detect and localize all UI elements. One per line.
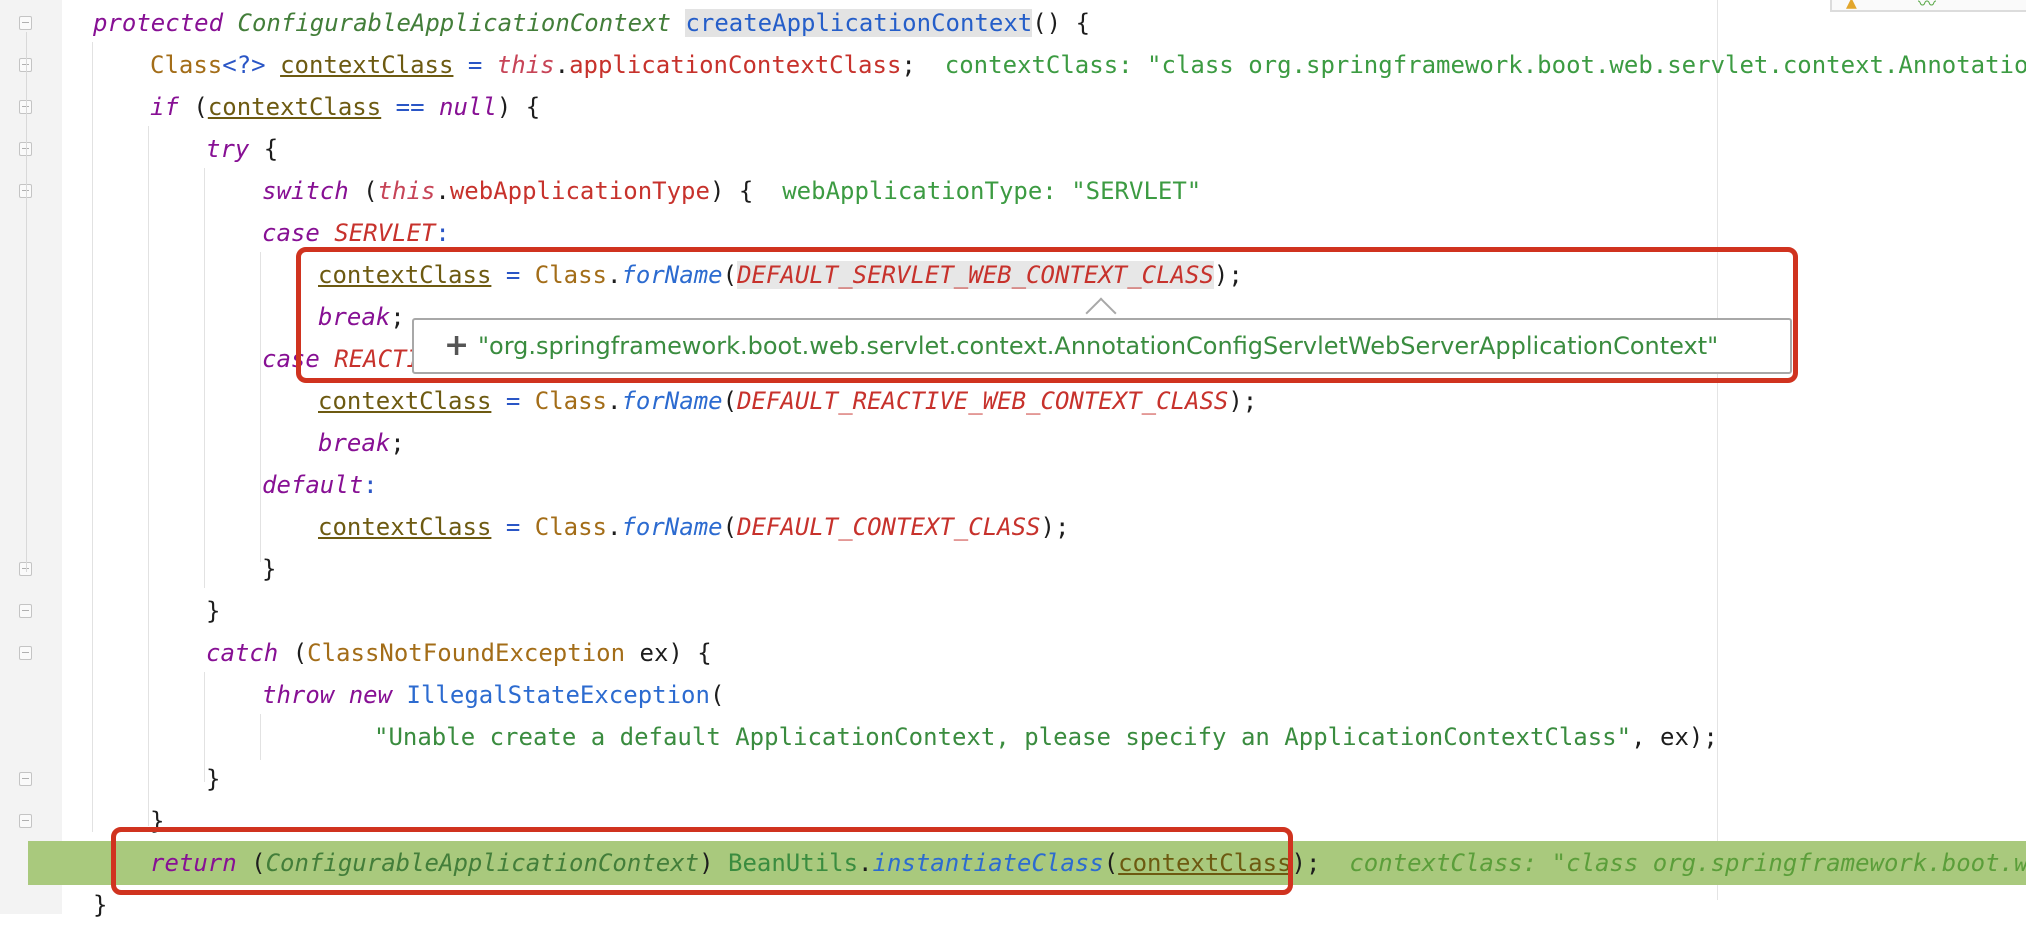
- code-line-14[interactable]: }: [262, 548, 276, 590]
- code-line-16[interactable]: catch (ClassNotFoundException ex) {: [206, 632, 712, 674]
- annotation-box-return: [111, 827, 1293, 895]
- assign-operator: =: [505, 513, 521, 541]
- code-line-5[interactable]: switch (this.webApplicationType) { webAp…: [262, 170, 1201, 212]
- inline-debug-value: contextClass: "class org.springframework…: [944, 51, 2026, 79]
- inline-debug-value: contextClass: "class org.springframework…: [1349, 849, 2026, 877]
- var-context-class: contextClass: [207, 93, 382, 121]
- code-line-17[interactable]: throw new IllegalStateException(: [262, 674, 724, 716]
- colon: :: [435, 219, 450, 247]
- paren-semicolon: );: [1040, 513, 1070, 541]
- fold-marker[interactable]: [19, 814, 32, 828]
- generic-wildcard: <?>: [222, 51, 266, 79]
- code-line-3[interactable]: if (contextClass == null) {: [150, 86, 540, 128]
- fold-marker[interactable]: [19, 604, 32, 618]
- indent-guide: [204, 168, 205, 588]
- var-context-class: contextClass: [318, 513, 492, 541]
- paren: (: [709, 681, 725, 709]
- type-class: Class: [150, 51, 223, 79]
- inspections-widget[interactable]: ▲ 〰: [1830, 0, 2026, 15]
- fold-marker[interactable]: [19, 772, 32, 786]
- code-line-19[interactable]: }: [206, 758, 220, 800]
- dot: .: [607, 387, 622, 415]
- keyword-null: null: [439, 93, 497, 121]
- paren: (: [178, 93, 208, 121]
- keyword-case: case: [262, 219, 320, 247]
- type-illegal-state-exception: IllegalStateException: [406, 681, 710, 709]
- brace: ) {: [709, 177, 754, 205]
- dot: .: [554, 51, 570, 79]
- paren: (: [722, 513, 738, 541]
- indent-guide: [92, 42, 93, 832]
- field-web-application-type: webApplicationType: [449, 177, 710, 205]
- equals-operator: ==: [395, 93, 425, 121]
- var-context-class: contextClass: [318, 387, 492, 415]
- keyword-if: if: [150, 93, 179, 121]
- code-line-11[interactable]: break;: [318, 422, 405, 464]
- keyword-this: this: [377, 177, 436, 205]
- inline-debug-value: webApplicationType: "SERVLET": [782, 177, 1202, 205]
- code-line-2[interactable]: Class<?> contextClass = this.application…: [150, 44, 2026, 86]
- keyword-throw: throw: [262, 681, 335, 709]
- var-context-class: contextClass: [280, 51, 454, 79]
- keyword-switch: switch: [262, 177, 349, 205]
- method-name: createApplicationContext: [685, 9, 1033, 37]
- semicolon: ;: [390, 429, 405, 457]
- code-line-12[interactable]: default:: [262, 464, 378, 506]
- warning-icon: ▲: [1846, 0, 1857, 13]
- code-line-10[interactable]: contextClass = Class.forName(DEFAULT_REA…: [318, 380, 1257, 422]
- keyword-protected: protected: [93, 9, 224, 37]
- keyword-new: new: [348, 681, 393, 709]
- paren: (: [722, 387, 738, 415]
- catch-param: ex) {: [625, 639, 712, 667]
- string-error-message: "Unable create a default ApplicationCont…: [374, 723, 1632, 751]
- keyword-try: try: [206, 135, 250, 163]
- keyword-this: this: [496, 51, 555, 79]
- paren-semicolon: );: [1291, 849, 1321, 877]
- field-application-context-class: applicationContextClass: [569, 51, 902, 79]
- code-line-4[interactable]: try {: [206, 128, 278, 170]
- colon: :: [363, 471, 378, 499]
- fold-line: [26, 32, 27, 572]
- semicolon: ;: [901, 51, 916, 79]
- assign-operator: =: [505, 387, 521, 415]
- keyword-catch: catch: [206, 639, 279, 667]
- brace: {: [249, 135, 279, 163]
- enum-servlet: SERVLET: [334, 219, 436, 247]
- return-type: ConfigurableApplicationContext: [237, 9, 671, 37]
- method-for-name: forName: [621, 387, 723, 415]
- type-class: Class: [534, 513, 607, 541]
- const-default-reactive-web-context-class: DEFAULT_REACTIVE_WEB_CONTEXT_CLASS: [737, 387, 1229, 415]
- typo-icon: 〰: [1918, 0, 1936, 15]
- keyword-break: break: [318, 429, 391, 457]
- right-margin-guide: [1717, 0, 1718, 900]
- assign-operator: =: [467, 51, 483, 79]
- code-line-15[interactable]: }: [206, 590, 220, 632]
- args-end: , ex);: [1631, 723, 1718, 751]
- paren: (: [348, 177, 378, 205]
- brace: ) {: [496, 93, 541, 121]
- indent-guide: [148, 126, 149, 826]
- code-line-22[interactable]: }: [93, 884, 107, 926]
- code-line-18[interactable]: "Unable create a default ApplicationCont…: [374, 716, 1718, 758]
- dot: .: [607, 513, 622, 541]
- method-for-name: forName: [621, 513, 723, 541]
- indent-guide: [260, 252, 261, 562]
- fold-marker[interactable]: [19, 646, 32, 660]
- indent-guide: [204, 672, 205, 782]
- annotation-box-servlet: [296, 247, 1798, 383]
- paren-semicolon: );: [1228, 387, 1258, 415]
- code-line-13[interactable]: contextClass = Class.forName(DEFAULT_CON…: [318, 506, 1069, 548]
- type-class-not-found-exception: ClassNotFoundException: [307, 639, 626, 667]
- paren: (: [278, 639, 308, 667]
- dot: .: [435, 177, 450, 205]
- indent-guide: [260, 714, 261, 760]
- code-line-1[interactable]: protected ConfigurableApplicationContext…: [93, 2, 1090, 44]
- type-class: Class: [534, 387, 607, 415]
- fold-marker[interactable]: [19, 16, 32, 30]
- const-default-context-class: DEFAULT_CONTEXT_CLASS: [737, 513, 1041, 541]
- keyword-default: default: [262, 471, 364, 499]
- code-editor[interactable]: protected ConfigurableApplicationContext…: [0, 0, 2026, 919]
- method-params: () {: [1032, 9, 1091, 37]
